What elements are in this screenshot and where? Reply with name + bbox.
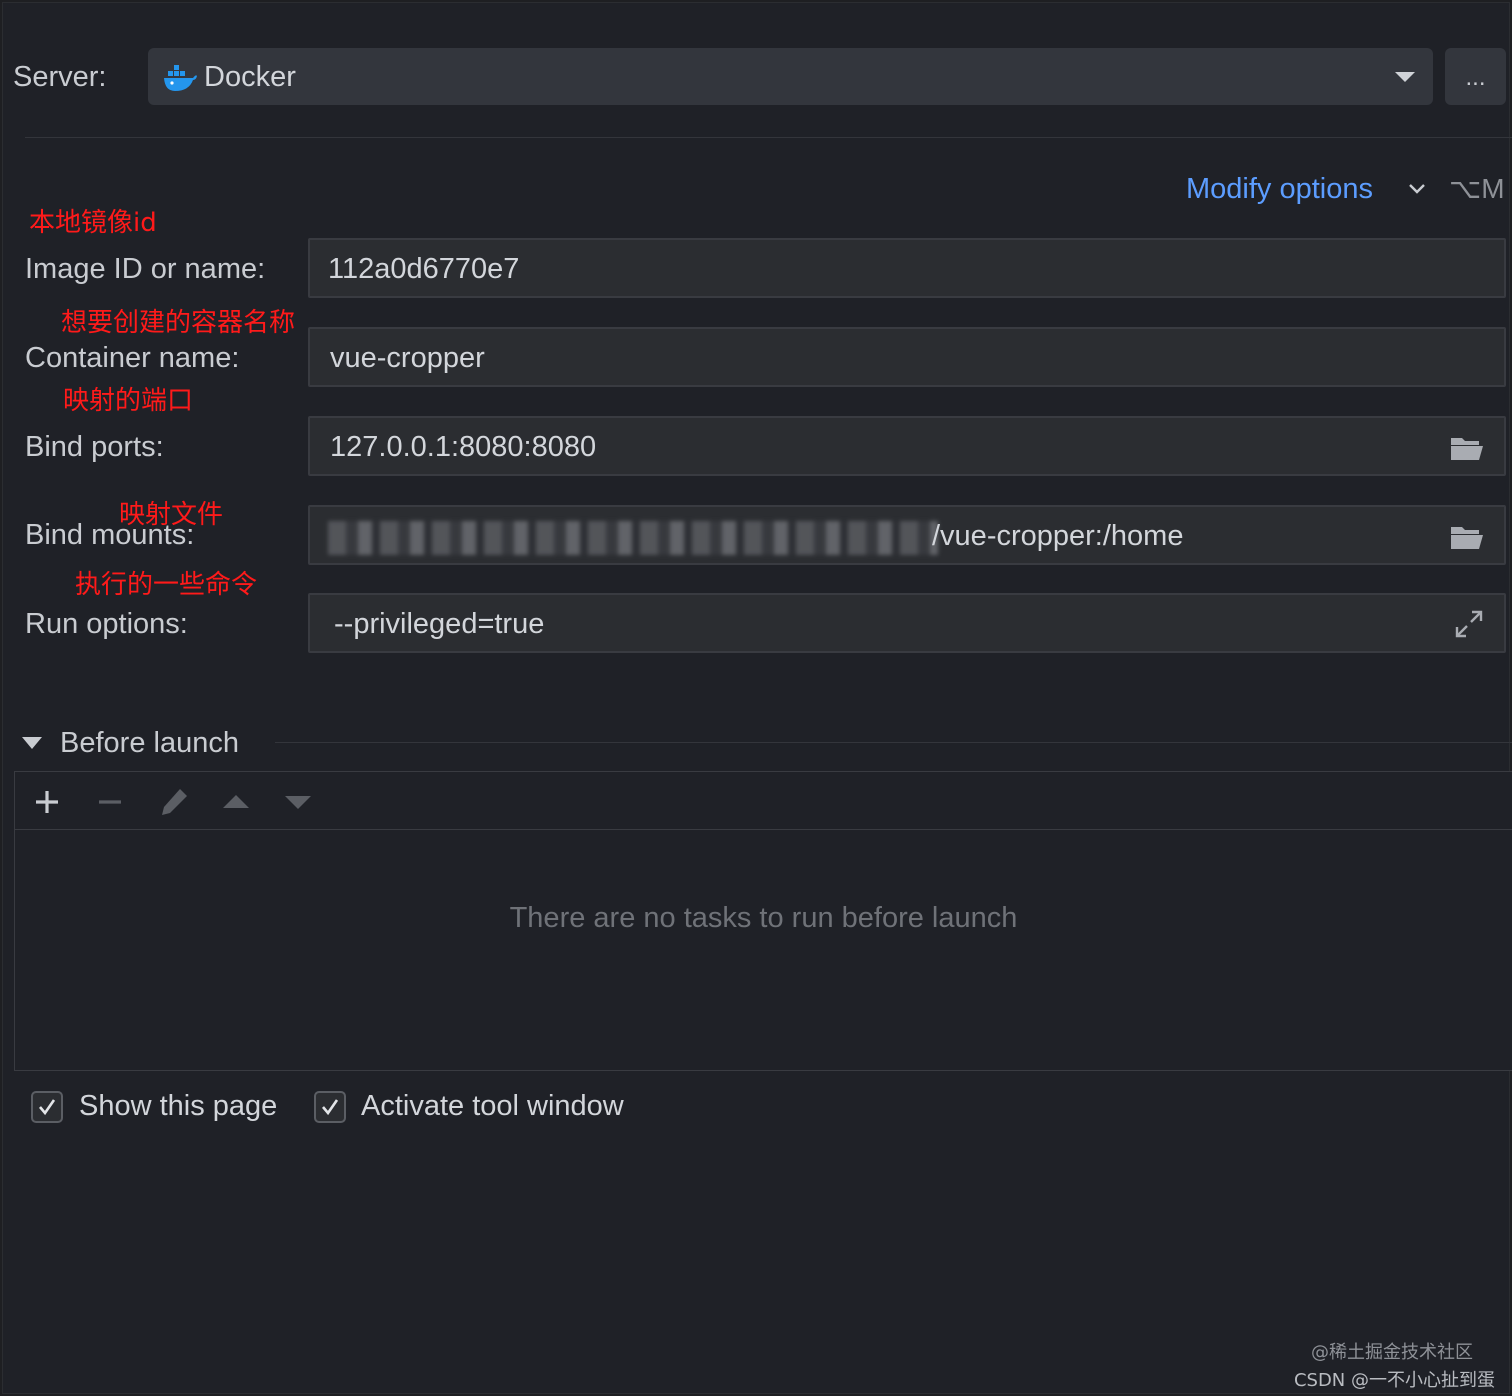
annotation-image: 本地镜像id [29,208,157,238]
run-options-field[interactable]: --privileged=true [308,593,1506,653]
add-icon[interactable] [29,784,65,820]
divider [25,137,1512,138]
move-up-icon[interactable] [218,784,254,820]
browse-servers-button[interactable]: ... [1445,48,1506,105]
image-id-value: 112a0d6770e7 [328,253,520,285]
server-select[interactable]: Docker [148,48,1433,105]
checkmark-icon [39,1099,56,1116]
watermark-csdn: CSDN @一不小心扯到蛋 [1293,1370,1495,1391]
divider [275,742,1512,743]
edit-icon[interactable] [156,784,192,820]
modify-options-link[interactable]: Modify options [1186,171,1373,207]
collapse-triangle-icon[interactable] [22,737,42,749]
ports-label: Bind ports: [25,431,164,463]
expand-icon[interactable] [1454,609,1484,639]
run-configuration-panel: Server: Docker ... Modify options ⌥M 本地镜… [2,2,1512,1394]
checkmark-icon [322,1099,339,1116]
bind-mounts-value: /vue-cropper:/home [932,520,1184,552]
folder-icon[interactable] [1450,524,1484,550]
run-options-label: Run options: [25,608,188,640]
image-label: Image ID or name: [25,253,266,285]
activate-tool-window-checkbox[interactable] [314,1091,346,1123]
folder-icon[interactable] [1450,435,1484,461]
move-down-icon[interactable] [280,784,316,820]
before-launch-panel: There are no tasks to run before launch [14,771,1512,1071]
annotation-mounts: 映射文件 [119,500,224,530]
server-label: Server: [13,61,107,93]
image-id-field[interactable]: 112a0d6770e7 [308,238,1506,298]
bind-ports-field[interactable]: 127.0.0.1:8080:8080 [308,416,1506,476]
annotation-container: 想要创建的容器名称 [61,308,296,338]
empty-tasks-message: There are no tasks to run before launch [509,902,1018,934]
redacted-path [328,521,938,555]
server-value: Docker [204,61,296,93]
before-launch-title[interactable]: Before launch [60,725,239,761]
chevron-down-icon [1395,72,1415,82]
container-name-value: vue-cropper [330,342,485,374]
before-launch-toolbar [15,772,1512,830]
annotation-ports: 映射的端口 [63,386,194,416]
chevron-down-icon [1409,184,1425,194]
modify-options-shortcut: ⌥M [1449,173,1505,204]
bind-mounts-field[interactable]: /vue-cropper:/home [308,505,1506,565]
run-options-value: --privileged=true [334,608,545,640]
bind-ports-value: 127.0.0.1:8080:8080 [330,431,597,463]
container-label: Container name: [25,342,240,374]
show-page-label[interactable]: Show this page [79,1088,277,1124]
remove-icon[interactable] [92,784,128,820]
activate-tool-window-label[interactable]: Activate tool window [361,1088,624,1124]
container-name-field[interactable]: vue-cropper [308,327,1506,387]
docker-icon [164,65,197,91]
show-page-checkbox[interactable] [31,1091,63,1123]
watermark-juejin: @稀土掘金技术社区 [1311,1342,1473,1363]
annotation-run: 执行的一些命令 [75,570,258,600]
